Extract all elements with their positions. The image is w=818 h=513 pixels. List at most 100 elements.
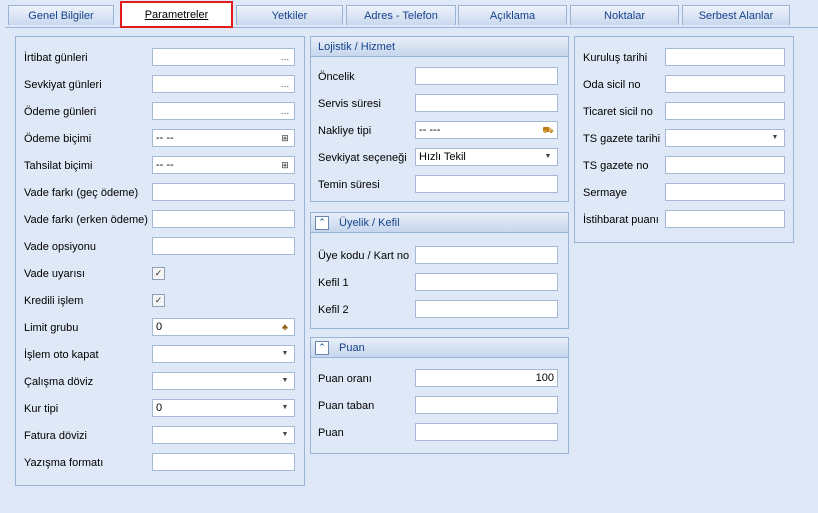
puan-header[interactable]: ⌃ Puan	[311, 338, 568, 358]
puan-field[interactable]	[415, 423, 558, 441]
oda-sicil-label: Oda sicil no	[583, 79, 641, 91]
tahsilat-bicimi-field[interactable]: -- -- ⊞	[152, 156, 295, 174]
puan-taban-field[interactable]	[415, 396, 558, 414]
fatura-dovizi-row: Fatura dövizi ▼	[24, 426, 304, 446]
temin-suresi-field[interactable]	[415, 175, 558, 193]
truck-icon[interactable]: ⛟	[541, 123, 555, 137]
vade-farki-erken-row: Vade farkı (erken ödeme)	[24, 210, 304, 230]
temin-suresi-label: Temin süresi	[318, 179, 380, 191]
kurulus-tarihi-field[interactable]	[665, 48, 785, 66]
tab-label: Parametreler	[144, 9, 209, 21]
kefil2-field[interactable]	[415, 300, 558, 318]
kur-tipi-label: Kur tipi	[24, 403, 59, 415]
kur-tipi-row: Kur tipi 0 ▼	[24, 399, 304, 419]
islem-oto-kapat-select[interactable]: ▼	[152, 345, 295, 363]
kefil2-label: Kefil 2	[318, 304, 349, 316]
odeme-gunleri-label: Ödeme günleri	[24, 106, 97, 118]
tab-label: Adres - Telefon	[364, 10, 438, 22]
ts-gazete-tarihi-select[interactable]: ▼	[665, 129, 785, 147]
ellipsis-icon[interactable]: …	[278, 77, 292, 91]
servis-suresi-field[interactable]	[415, 94, 558, 112]
kefil1-field[interactable]	[415, 273, 558, 291]
kefil2-row: Kefil 2	[318, 300, 568, 320]
oncelik-row: Öncelik	[318, 67, 568, 87]
yazisma-formati-field[interactable]	[152, 453, 295, 471]
irtibat-label: İrtibat günleri	[24, 52, 88, 64]
tab-aciklama[interactable]: Açıklama	[458, 5, 567, 25]
ts-gazete-no-label: TS gazete no	[583, 160, 649, 172]
vade-farki-gec-field[interactable]	[152, 183, 295, 201]
dropdown-arrow-icon[interactable]: ▼	[278, 428, 292, 442]
tab-genel-bilgiler[interactable]: Genel Bilgiler	[8, 5, 114, 25]
left-panel: İrtibat günleri … Sevkiyat günleri … Öde…	[15, 36, 305, 486]
dropdown-arrow-icon[interactable]: ▼	[278, 374, 292, 388]
vade-farki-gec-row: Vade farkı (geç ödeme)	[24, 183, 304, 203]
uyelik-header[interactable]: ⌃ Üyelik / Kefil	[311, 213, 568, 233]
limit-grubu-field[interactable]: 0 ♣	[152, 318, 295, 336]
ellipsis-icon[interactable]: …	[278, 104, 292, 118]
sevkiyat-gunleri-field[interactable]: …	[152, 75, 295, 93]
vade-uyarisi-checkbox[interactable]: ✓	[152, 267, 165, 280]
kurulus-tarihi-label: Kuruluş tarihi	[583, 52, 648, 64]
odeme-bicimi-row: Ödeme biçimi -- -- ⊞	[24, 129, 304, 149]
tab-label: Yetkiler	[271, 10, 308, 22]
checkmark-icon: ✓	[154, 268, 163, 278]
panel-title: Üyelik / Kefil	[339, 217, 400, 229]
collapse-icon[interactable]: ⌃	[315, 216, 329, 230]
checkmark-icon: ✓	[154, 295, 163, 305]
fatura-dovizi-select[interactable]: ▼	[152, 426, 295, 444]
lookup-tree-icon[interactable]: ⊞	[278, 158, 292, 172]
tahsilat-bicimi-label: Tahsilat biçimi	[24, 160, 93, 172]
oncelik-field[interactable]	[415, 67, 558, 85]
sermaye-row: Sermaye	[583, 183, 793, 203]
islem-oto-kapat-row: İşlem oto kapat ▼	[24, 345, 304, 365]
kredili-islem-checkbox[interactable]: ✓	[152, 294, 165, 307]
tab-parametreler[interactable]: Parametreler	[120, 1, 233, 28]
tab-serbest-alanlar[interactable]: Serbest Alanlar	[682, 5, 790, 25]
tab-adres-telefon[interactable]: Adres - Telefon	[346, 5, 456, 25]
vade-farki-erken-field[interactable]	[152, 210, 295, 228]
calisma-doviz-select[interactable]: ▼	[152, 372, 295, 390]
dropdown-arrow-icon[interactable]: ▼	[278, 401, 292, 415]
tahsilat-bicimi-row: Tahsilat biçimi -- -- ⊞	[24, 156, 304, 176]
tab-label: Genel Bilgiler	[28, 10, 94, 22]
ts-gazete-no-field[interactable]	[665, 156, 785, 174]
field-value: Hızlı Tekil	[419, 151, 466, 163]
lojistik-panel: Lojistik / Hizmet Öncelik Servis süresi …	[310, 36, 569, 202]
irtibat-field[interactable]: …	[152, 48, 295, 66]
puan-label: Puan	[318, 427, 344, 439]
kredili-islem-label: Kredili işlem	[24, 295, 84, 307]
vade-opsiyonu-label: Vade opsiyonu	[24, 241, 96, 253]
field-value: 0	[156, 321, 163, 333]
dropdown-arrow-icon[interactable]: ▼	[278, 347, 292, 361]
field-value: -- ---	[419, 124, 441, 136]
odeme-bicimi-field[interactable]: -- -- ⊞	[152, 129, 295, 147]
lookup-tree-icon[interactable]: ⊞	[278, 131, 292, 145]
group-icon[interactable]: ♣	[278, 320, 292, 334]
kur-tipi-select[interactable]: 0 ▼	[152, 399, 295, 417]
istihbarat-puani-field[interactable]	[665, 210, 785, 228]
field-value: 100	[535, 372, 554, 384]
nakliye-tipi-field[interactable]: -- --- ⛟	[415, 121, 558, 139]
oda-sicil-row: Oda sicil no	[583, 75, 793, 95]
sermaye-field[interactable]	[665, 183, 785, 201]
vade-uyarisi-row: Vade uyarısı ✓	[24, 264, 304, 284]
puan-orani-field[interactable]: 100	[415, 369, 558, 387]
ticaret-sicil-field[interactable]	[665, 102, 785, 120]
tab-yetkiler[interactable]: Yetkiler	[236, 5, 343, 25]
odeme-gunleri-field[interactable]: …	[152, 102, 295, 120]
servis-suresi-label: Servis süresi	[318, 98, 381, 110]
sevkiyat-secenegi-row: Sevkiyat seçeneği Hızlı Tekil ▼	[318, 148, 568, 168]
lojistik-header: Lojistik / Hizmet	[311, 37, 568, 57]
tab-label: Açıklama	[489, 10, 536, 22]
uye-kodu-field[interactable]	[415, 246, 558, 264]
sevkiyat-secenegi-select[interactable]: Hızlı Tekil ▼	[415, 148, 558, 166]
dropdown-arrow-icon[interactable]: ▼	[541, 150, 555, 164]
yazisma-formati-row: Yazışma formatı	[24, 453, 304, 473]
collapse-icon[interactable]: ⌃	[315, 341, 329, 355]
dropdown-arrow-icon[interactable]: ▼	[768, 131, 782, 145]
tab-noktalar[interactable]: Noktalar	[570, 5, 679, 25]
ellipsis-icon[interactable]: …	[278, 50, 292, 64]
vade-opsiyonu-field[interactable]	[152, 237, 295, 255]
oda-sicil-field[interactable]	[665, 75, 785, 93]
